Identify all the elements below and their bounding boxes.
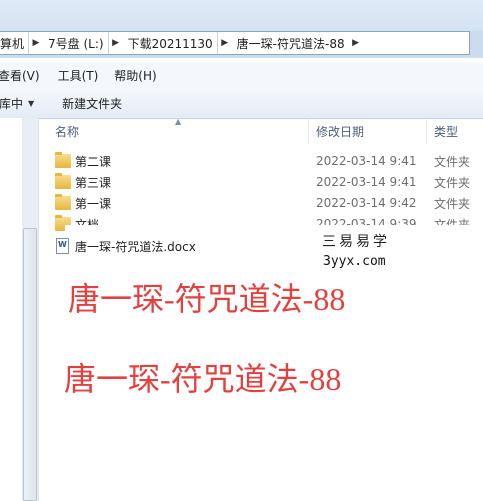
new-folder-label: 新建文件夹 — [62, 96, 123, 111]
chevron-right-icon[interactable]: ▶ — [349, 32, 363, 54]
breadcrumb-separator-3[interactable]: ▶ — [216, 32, 232, 54]
breadcrumb-separator-2[interactable]: ▶ — [107, 32, 123, 54]
overlay-title-repeat: 唐一琛-符咒道法-88 — [64, 361, 342, 397]
menu-help[interactable]: 帮助(H) — [114, 67, 164, 84]
file-date: 2022-03-14 9:42 — [316, 196, 417, 210]
file-date: 2022-03-14 9:41 — [316, 154, 417, 168]
file-name: 第二课 — [75, 154, 112, 169]
file-row[interactable]: 唐一琛-符咒道法.docx — [55, 236, 483, 256]
column-header-type[interactable]: 类型 — [434, 118, 458, 144]
word-document-icon — [56, 238, 69, 254]
chevron-right-icon[interactable]: ▶ — [107, 32, 123, 54]
file-type: 文件夹 — [434, 154, 471, 169]
menu-tools[interactable]: 工具(T) — [58, 67, 107, 84]
breadcrumb-label: 下载20211130 — [127, 36, 213, 51]
breadcrumb-separator-1[interactable]: ▶ — [28, 32, 43, 54]
breadcrumb-computer[interactable]: 算机 — [0, 32, 28, 54]
file-name: 唐一琛-符咒道法.docx — [75, 239, 196, 254]
include-in-library-label: 库中 — [0, 96, 24, 111]
address-bar-edge — [470, 31, 483, 55]
folder-icon — [55, 194, 71, 210]
breadcrumb-separator-4[interactable]: ▶ — [349, 32, 363, 54]
overlay-title: 唐一琛-符咒道法-88 — [68, 281, 346, 317]
breadcrumb-label: 7号盘 (L:) — [48, 36, 104, 51]
column-header-date[interactable]: 修改日期 — [316, 118, 364, 144]
breadcrumb-drive[interactable]: 7号盘 (L:) — [43, 32, 108, 54]
breadcrumb-label: 算机 — [0, 36, 25, 51]
file-row[interactable]: 第一课 2022-03-14 9:42 文件夹 — [55, 193, 483, 213]
column-divider[interactable] — [308, 118, 309, 144]
column-header-name[interactable]: 名称 — [55, 118, 79, 144]
breadcrumb-current-folder[interactable]: 唐一琛-符咒道法-88 — [232, 32, 349, 54]
file-row[interactable]: 第三课 2022-03-14 9:41 文件夹 — [55, 172, 483, 192]
menu-bar: 查看(V) 工具(T) 帮助(H) — [0, 62, 483, 88]
address-bar[interactable]: 算机 ▶ 7号盘 (L:) ▶ 下载20211130 ▶ 唐一琛-符咒道法-88… — [0, 31, 470, 55]
file-name: 第三课 — [75, 175, 112, 190]
watermark-url-text: 3yyx.com — [323, 254, 386, 269]
folder-icon — [55, 152, 71, 168]
file-row[interactable]: 第二课 2022-03-14 9:41 文件夹 — [55, 151, 483, 171]
file-date: 2022-03-14 9:41 — [316, 175, 417, 189]
file-name: 第一课 — [75, 196, 112, 211]
file-type: 文件夹 — [434, 175, 471, 190]
chevron-right-icon[interactable]: ▶ — [28, 32, 43, 54]
chevron-right-icon[interactable]: ▶ — [216, 32, 232, 54]
breadcrumb-label: 唐一琛-符咒道法-88 — [236, 36, 345, 51]
watermark-chinese-text: 三易易学 — [322, 234, 390, 250]
sort-ascending-icon: ▲ — [175, 117, 182, 126]
breadcrumb-download-folder[interactable]: 下载20211130 — [123, 32, 217, 54]
dropdown-arrow-icon: ▼ — [28, 98, 35, 108]
new-folder-button[interactable]: 新建文件夹 — [62, 95, 122, 112]
folder-icon — [55, 173, 71, 189]
navigation-scrollbar-thumb[interactable] — [23, 228, 37, 501]
column-divider[interactable] — [426, 118, 427, 144]
menu-view[interactable]: 查看(V) — [0, 67, 48, 84]
command-toolbar: 库中 ▼ 新建文件夹 — [0, 88, 483, 119]
file-type: 文件夹 — [434, 196, 471, 211]
include-in-library-button[interactable]: 库中 ▼ — [0, 95, 34, 112]
